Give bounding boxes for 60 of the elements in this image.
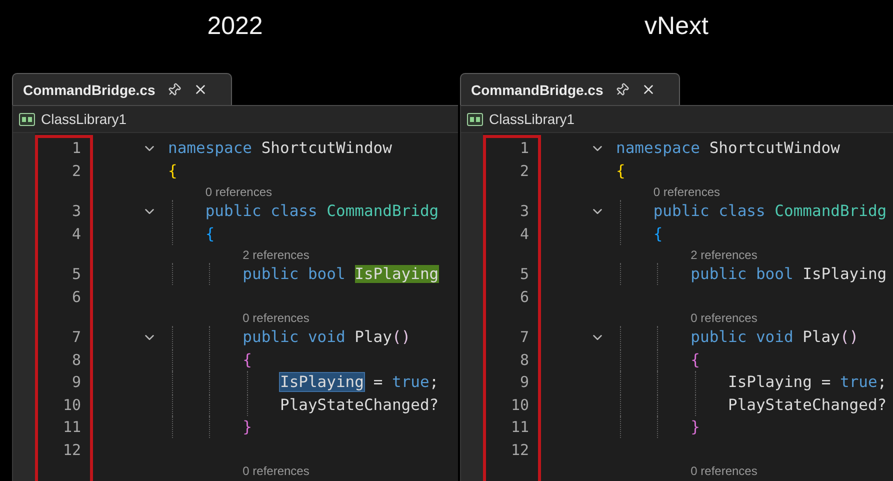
code-line: } xyxy=(616,416,700,438)
code-lens-references[interactable]: 0 references xyxy=(242,310,310,326)
line-number: 2 xyxy=(520,162,529,180)
code-line: } xyxy=(168,416,252,438)
code-line: namespace ShortcutWindow xyxy=(616,138,840,159)
line-number: 12 xyxy=(510,440,529,459)
code-line: public void Play() xyxy=(168,326,411,348)
code-line: PlayStateChanged? xyxy=(616,394,887,416)
line-number: 2 xyxy=(72,162,81,180)
line-number: 7 xyxy=(72,328,81,346)
project-name[interactable]: ClassLibrary1 xyxy=(489,111,575,127)
document-tab[interactable]: CommandBridge.cs xyxy=(12,73,232,105)
line-number: 9 xyxy=(520,373,529,392)
line-number: 6 xyxy=(520,288,529,306)
csharp-project-icon xyxy=(19,112,35,126)
code-line: public void Play() xyxy=(616,326,859,348)
line-number: 7 xyxy=(520,328,529,346)
code-line: { xyxy=(616,222,663,245)
code-line: { xyxy=(168,222,215,245)
line-number: 11 xyxy=(62,418,81,436)
line-number: 4 xyxy=(520,224,529,243)
line-number: 3 xyxy=(520,202,529,220)
code-line: public class CommandBridg xyxy=(616,200,887,222)
line-number: 8 xyxy=(520,350,529,369)
code-line: IsPlaying = true; xyxy=(168,371,439,394)
code-lens-references[interactable]: 0 references xyxy=(242,463,310,479)
project-name[interactable]: ClassLibrary1 xyxy=(41,111,127,127)
code-lens-references[interactable]: 0 references xyxy=(653,184,720,200)
line-number: 12 xyxy=(62,440,81,459)
document-tab[interactable]: CommandBridge.cs xyxy=(460,73,680,105)
line-number: 5 xyxy=(520,265,529,284)
code-line: { xyxy=(616,348,700,371)
line-number: 5 xyxy=(72,265,81,284)
code-lens-references[interactable]: 2 references xyxy=(242,247,310,263)
line-number: 1 xyxy=(72,139,81,158)
code-line: public bool IsPlaying xyxy=(168,263,439,286)
code-line: PlayStateChanged? xyxy=(168,394,439,416)
code-line: namespace ShortcutWindow xyxy=(168,138,392,159)
csharp-project-icon xyxy=(467,112,483,126)
line-number: 6 xyxy=(72,288,81,306)
comparison-heading: vNext xyxy=(644,12,708,42)
code-line: public bool IsPlaying xyxy=(616,263,887,286)
code-line: public class CommandBridg xyxy=(168,200,439,222)
code-lens-references[interactable]: 0 references xyxy=(205,184,272,200)
line-number: 10 xyxy=(62,396,81,414)
code-line: { xyxy=(168,160,178,182)
code-line: IsPlaying = true; xyxy=(616,371,887,394)
line-number: 8 xyxy=(72,350,81,369)
line-number: 1 xyxy=(520,139,529,158)
code-lens-references[interactable]: 0 references xyxy=(690,463,758,479)
line-number: 9 xyxy=(72,373,81,392)
comparison-heading: 2022 xyxy=(207,12,263,42)
code-lens-references[interactable]: 0 references xyxy=(690,310,758,326)
code-line: { xyxy=(616,160,626,182)
code-line: { xyxy=(168,348,252,371)
line-number: 4 xyxy=(72,224,81,243)
line-number: 10 xyxy=(510,396,529,414)
code-lens-references[interactable]: 2 references xyxy=(690,247,758,263)
line-number: 3 xyxy=(72,202,81,220)
line-number: 11 xyxy=(510,418,529,436)
